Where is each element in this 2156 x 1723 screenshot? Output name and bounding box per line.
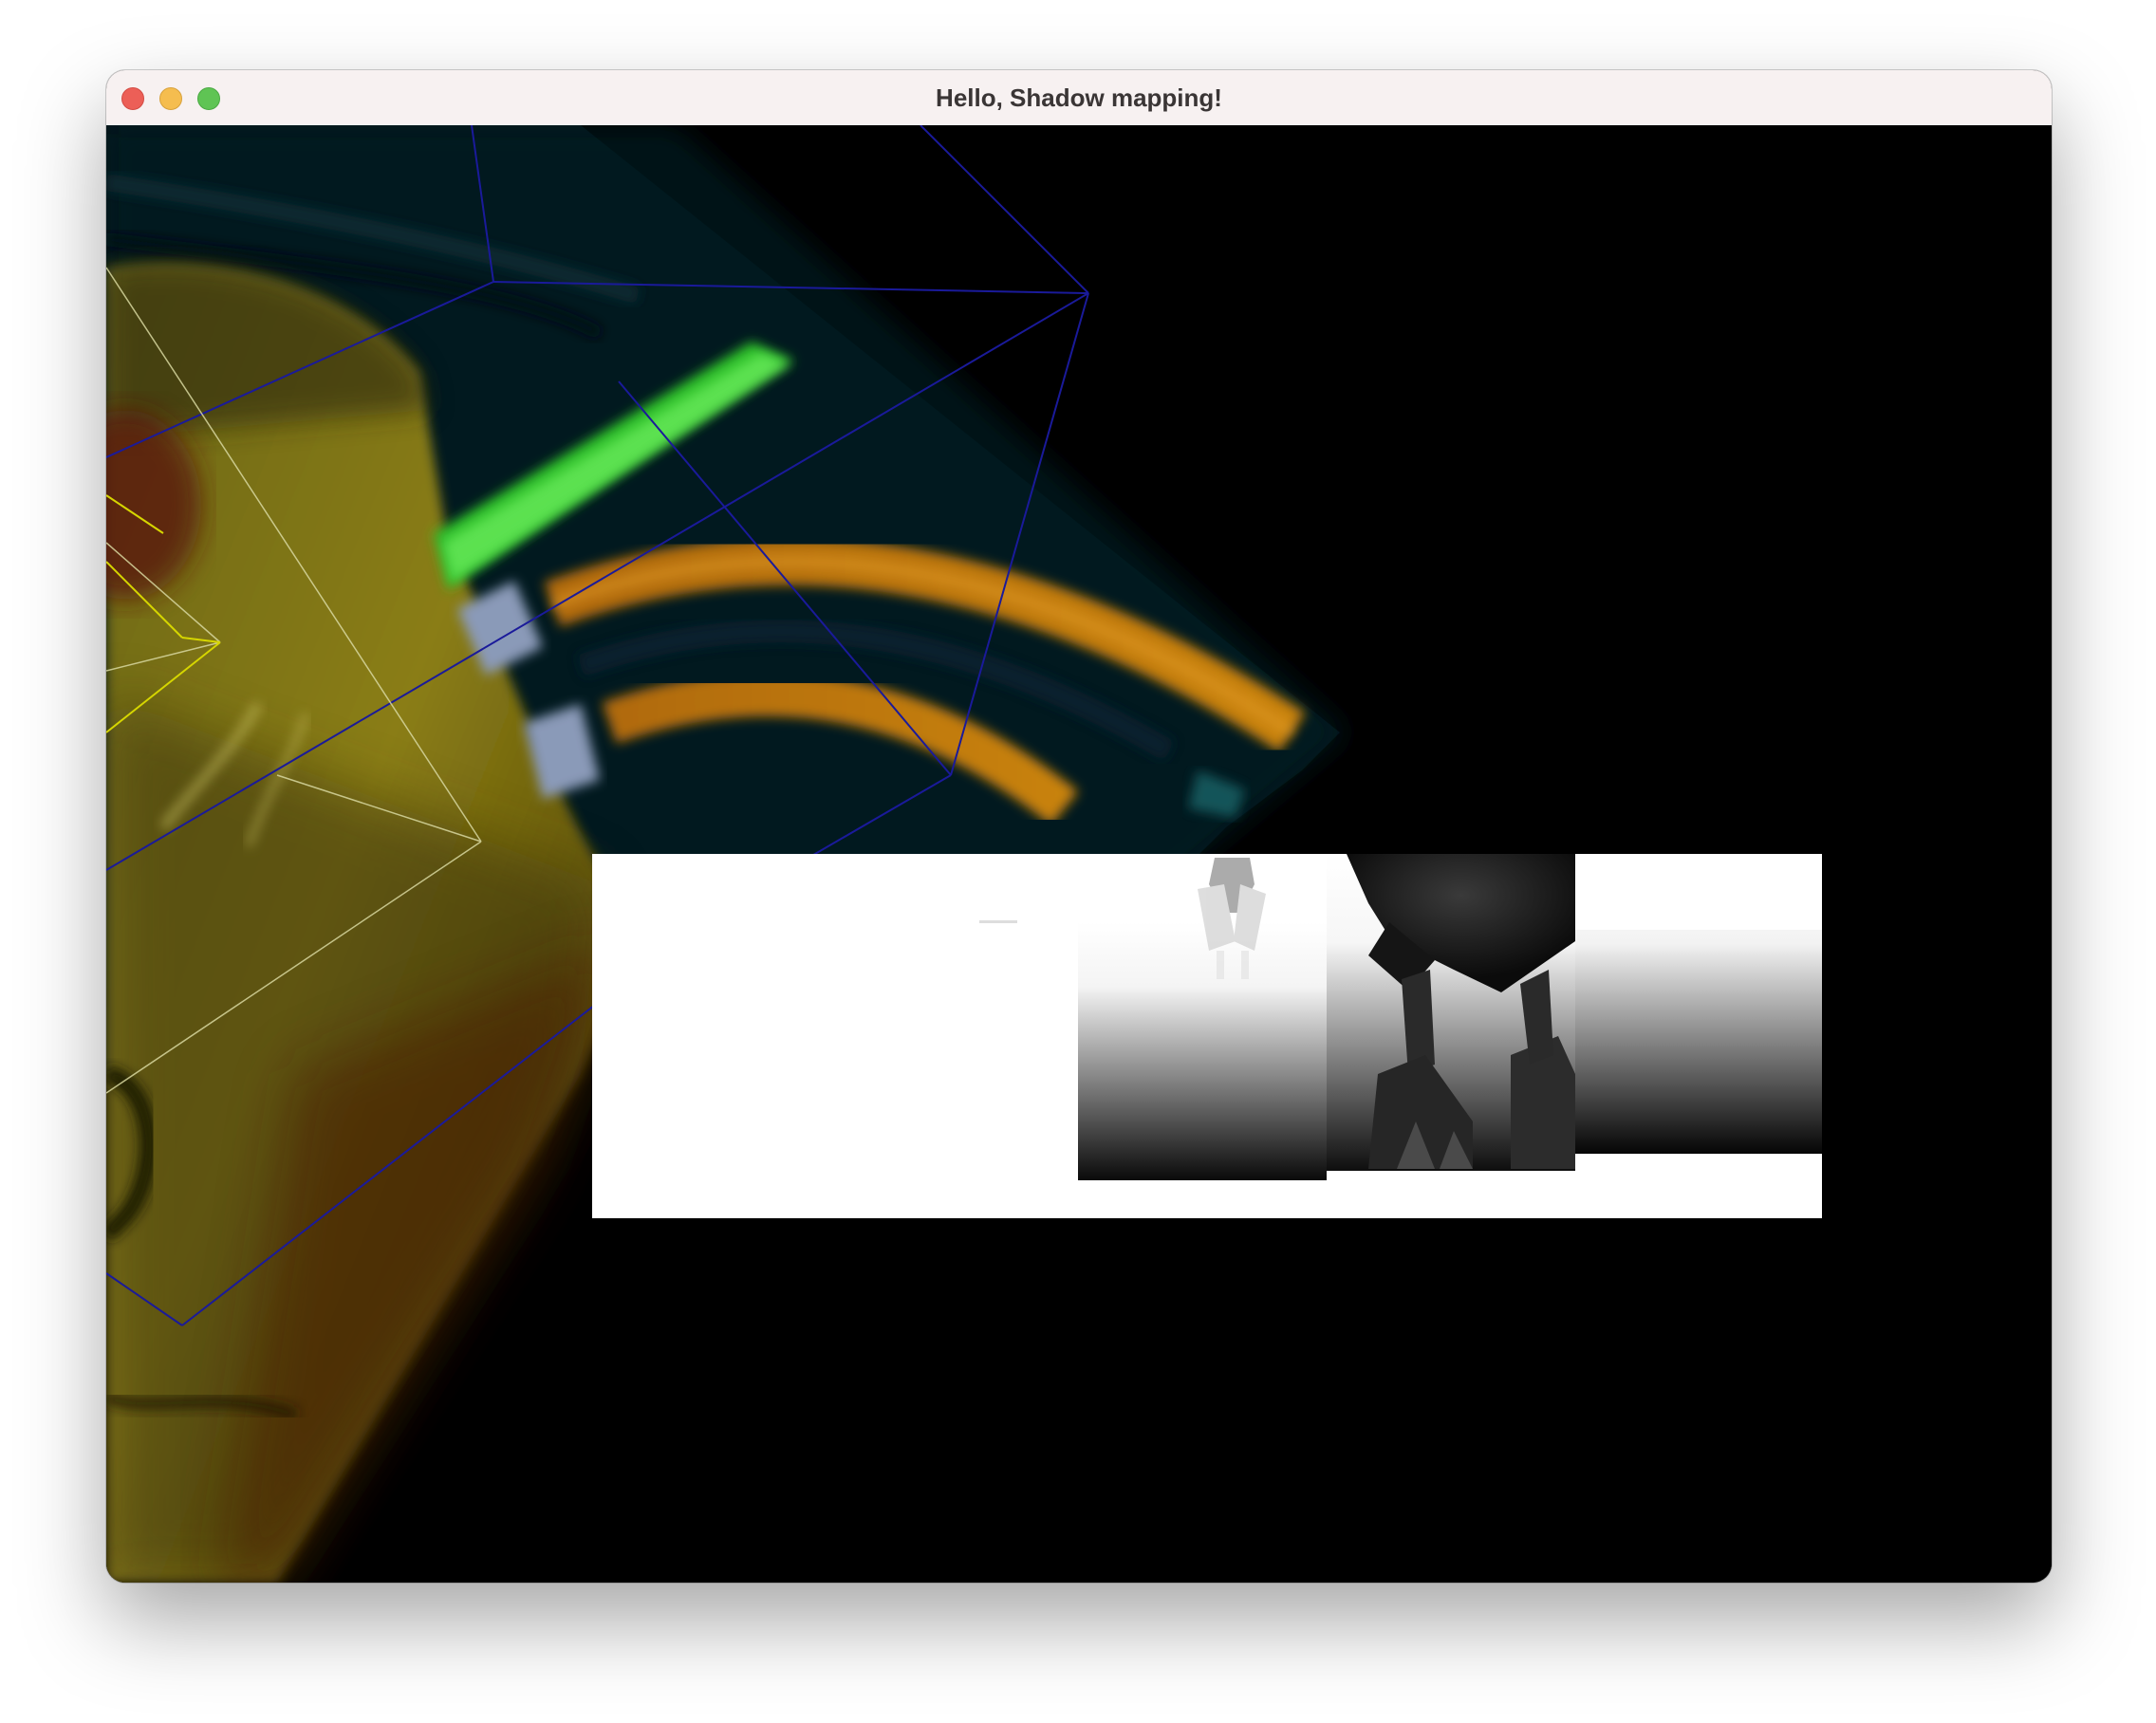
scene-canvas [106,125,1822,1583]
shadow-map-debug-panel [592,854,1822,1218]
app-window: Hello, Shadow mapping! [106,70,2052,1583]
title-bar[interactable]: Hello, Shadow mapping! [106,70,2052,126]
window-title: Hello, Shadow mapping! [936,83,1222,112]
render-viewport[interactable] [106,125,2052,1583]
